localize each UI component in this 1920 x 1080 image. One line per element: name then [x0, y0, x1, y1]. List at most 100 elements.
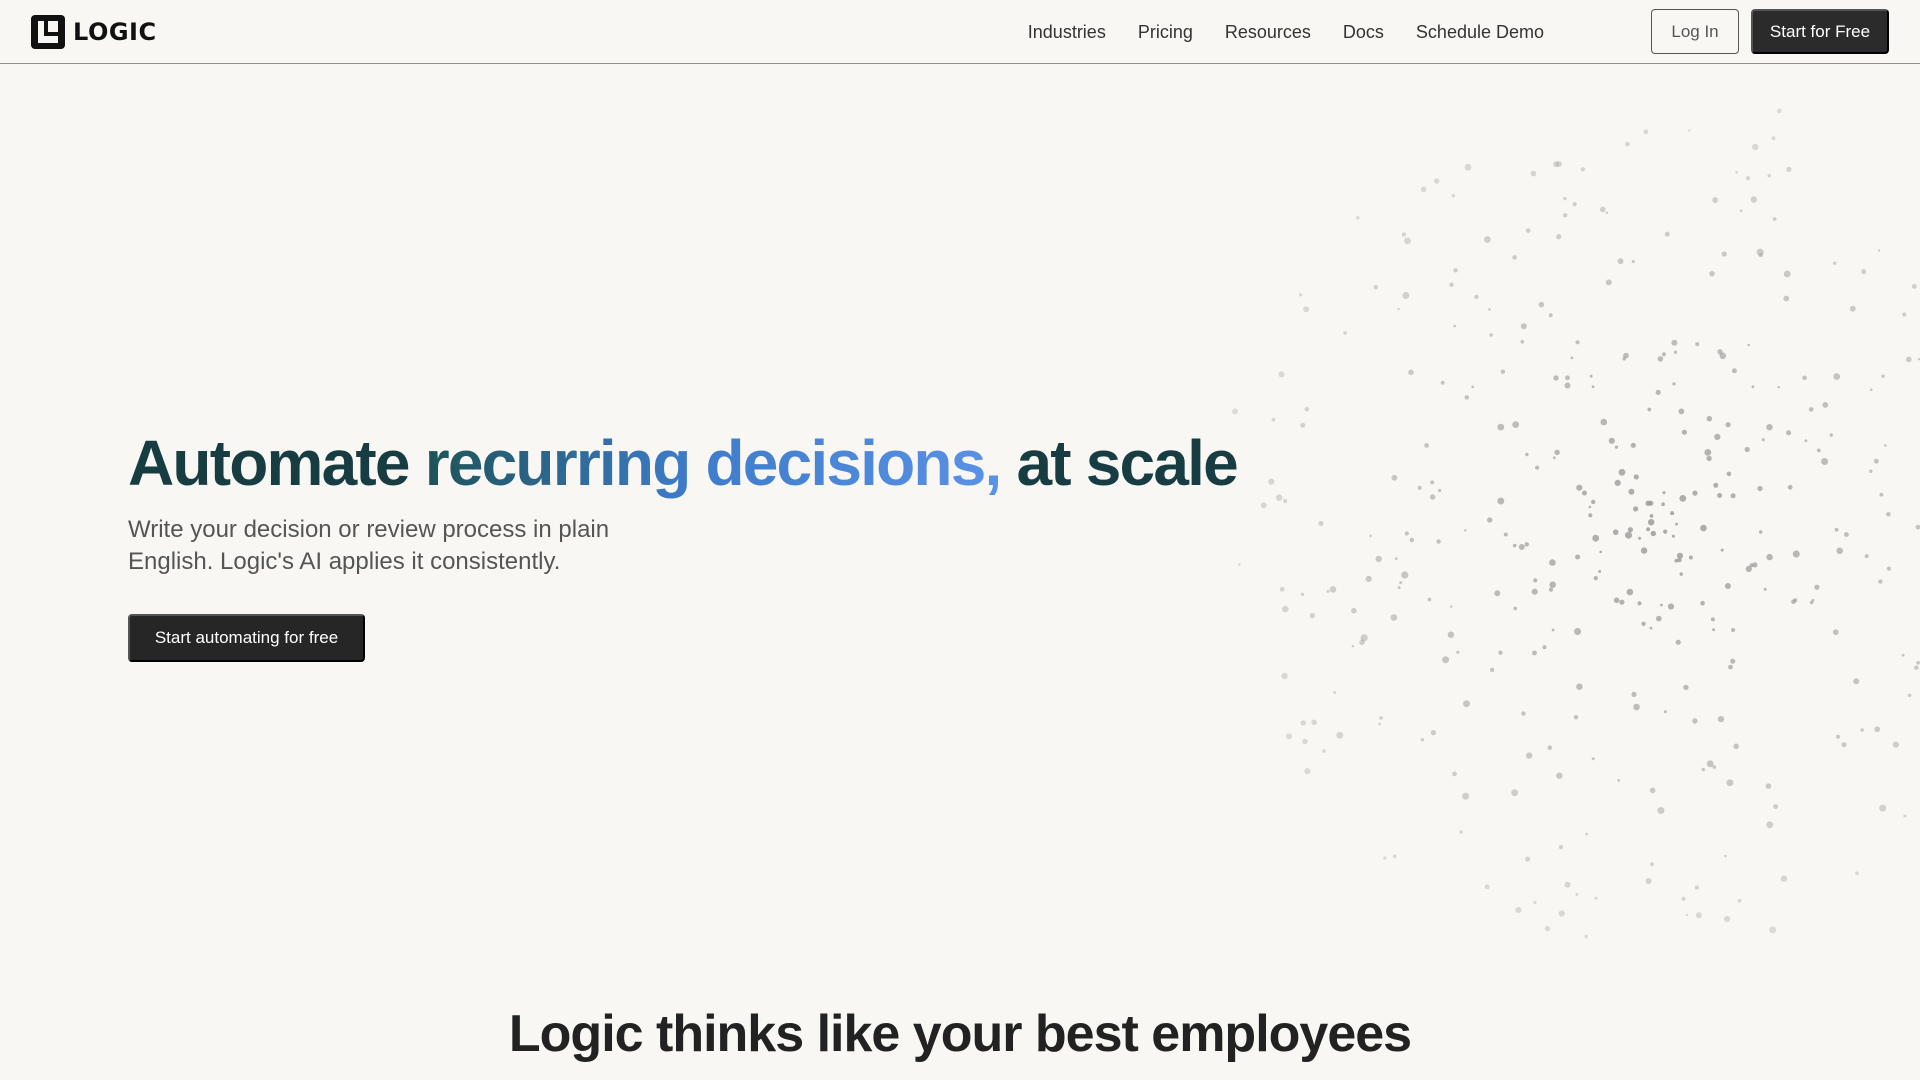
particle-dot — [1656, 615, 1662, 622]
particle-dot — [1685, 913, 1689, 916]
particle-dot — [1394, 557, 1398, 560]
particle-dot — [1562, 213, 1568, 218]
particle-dot — [1717, 493, 1723, 498]
particle-dot — [1515, 907, 1522, 914]
particle-dot — [1574, 628, 1582, 635]
particle-dot — [1564, 382, 1571, 389]
particle-dot — [1276, 494, 1283, 501]
login-button[interactable]: Log In — [1651, 9, 1739, 54]
particle-dot — [1336, 731, 1344, 739]
particle-dot — [1750, 196, 1757, 203]
particle-dot — [1647, 407, 1652, 412]
particle-dot — [1712, 765, 1717, 769]
particle-dot — [1625, 531, 1632, 539]
particle-dot — [1447, 631, 1455, 638]
particle-dot — [1911, 283, 1917, 289]
particle-dot — [1860, 728, 1864, 732]
particle-dot — [1757, 485, 1763, 492]
particle-dot — [1834, 527, 1839, 532]
particle-dot — [1853, 678, 1860, 685]
start-for-free-button[interactable]: Start for Free — [1751, 9, 1889, 54]
particle-dot — [1766, 821, 1774, 829]
particle-dot — [1436, 539, 1441, 544]
particle-dot — [1282, 605, 1289, 613]
particle-dot — [1498, 650, 1503, 655]
particle-dot — [1558, 845, 1564, 850]
nav-link-docs[interactable]: Docs — [1343, 22, 1384, 43]
particle-dot — [1548, 313, 1553, 318]
particle-dot — [1322, 749, 1326, 753]
particle-dot — [1752, 562, 1758, 568]
particle-dot — [1793, 598, 1798, 603]
particle-dot — [1552, 456, 1556, 460]
particle-dot — [1720, 548, 1724, 552]
particle-dot — [1360, 634, 1368, 642]
particle-dot — [1591, 757, 1595, 761]
particle-dot — [1427, 597, 1432, 602]
particle-dot — [1833, 629, 1839, 635]
particle-dot — [1841, 742, 1847, 748]
particle-dot — [1343, 331, 1347, 335]
particle-dot — [1804, 439, 1808, 443]
hero-title-highlight: recurring decisions, — [424, 427, 1003, 499]
particle-dot — [1701, 767, 1706, 772]
particle-dot — [1700, 524, 1707, 532]
nav-link-industries[interactable]: Industries — [1028, 22, 1106, 43]
particle-dot — [1728, 664, 1733, 670]
particle-dot — [1706, 415, 1713, 422]
particle-dot — [1588, 505, 1592, 509]
particle-dot — [1383, 856, 1387, 860]
particle-dot — [1494, 590, 1501, 597]
particle-dot — [1300, 592, 1305, 597]
brand-name: LOGIC — [73, 18, 157, 46]
particle-dot — [1369, 534, 1372, 538]
particle-dot — [1268, 478, 1275, 485]
particle-dot — [1593, 576, 1598, 581]
particle-dot — [1599, 550, 1602, 554]
particle-dot — [1589, 374, 1593, 378]
start-automating-button[interactable]: Start automating for free — [128, 614, 365, 662]
particle-dot — [1663, 710, 1667, 714]
particle-dot — [1302, 738, 1308, 745]
particle-dot — [1633, 506, 1639, 512]
hero-subtitle: Write your decision or review process in… — [128, 516, 610, 575]
particle-dot — [1459, 830, 1463, 834]
particle-dot — [1681, 896, 1686, 901]
nav-link-resources[interactable]: Resources — [1225, 22, 1311, 43]
particle-dot — [1462, 792, 1470, 800]
particle-dot — [1488, 308, 1491, 311]
logo-link[interactable]: LOGIC — [31, 15, 157, 49]
nav-links: Industries Pricing Resources Docs Schedu… — [996, 0, 1544, 64]
nav-link-schedule-demo[interactable]: Schedule Demo — [1416, 22, 1544, 43]
particle-dot — [1643, 129, 1649, 135]
particle-dot — [1915, 524, 1920, 530]
particle-dot — [1640, 547, 1648, 554]
particle-dot — [1735, 171, 1738, 174]
particle-dot — [1725, 422, 1731, 428]
particle-dot — [1724, 583, 1731, 589]
particle-dot — [1463, 700, 1470, 708]
particle-dot — [1777, 386, 1780, 389]
particle-dot — [1645, 500, 1651, 506]
particle-dot — [1745, 176, 1751, 181]
particle-dot — [1286, 733, 1292, 740]
particle-dot — [1713, 482, 1719, 488]
logic-logo-icon — [31, 15, 65, 49]
particle-dot — [1638, 536, 1642, 540]
particle-dot — [1772, 217, 1777, 221]
particle-dot — [1641, 621, 1646, 626]
nav-link-pricing[interactable]: Pricing — [1138, 22, 1193, 43]
particle-dot — [1535, 465, 1540, 470]
particle-dot — [1558, 910, 1565, 917]
particle-dot — [1710, 617, 1715, 622]
particle-dot — [1464, 395, 1470, 400]
section-title: Logic thinks like your best employees — [508, 1005, 1412, 1063]
particle-dot — [1420, 738, 1424, 742]
particle-dot — [1511, 789, 1518, 797]
particle-dot — [1649, 626, 1653, 630]
particle-dot — [1737, 898, 1742, 903]
particle-dot — [1329, 586, 1337, 593]
particle-dot — [1278, 371, 1285, 378]
particle-dot — [1453, 268, 1458, 273]
particle-dot — [1575, 340, 1580, 345]
